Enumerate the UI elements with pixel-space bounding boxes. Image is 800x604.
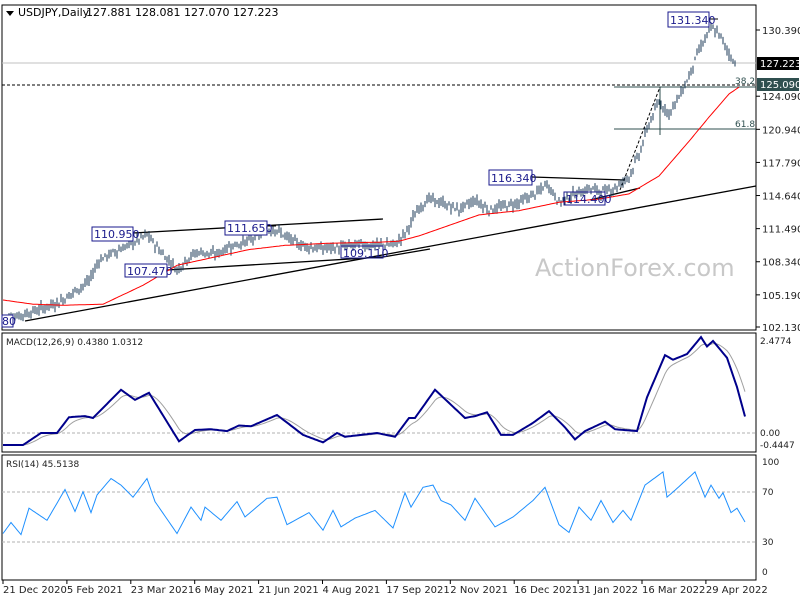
date-tick-label: 2 Nov 2021 <box>450 585 508 596</box>
date-tick-label: 5 Feb 2021 <box>67 585 123 596</box>
macd-axis-zero: 0.00 <box>760 429 780 439</box>
annotation-114400[interactable]: 114.400 <box>563 191 612 206</box>
annotation-text: 111.650 <box>227 222 273 235</box>
price-tick-label: 130.390 <box>762 26 800 37</box>
date-tick-label: 29 Apr 2022 <box>706 585 768 596</box>
price-tick-label: 124.090 <box>762 92 800 103</box>
annotation-text: 110.950 <box>94 228 140 241</box>
ohlc-values: 127.881 128.081 127.070 127.223 <box>86 6 278 19</box>
annotation-107470[interactable]: 107.470 <box>124 263 173 278</box>
macd-signal-line <box>3 343 746 446</box>
macd-label: MACD(12,26,9) 0.4380 1.0312 <box>6 338 143 348</box>
rsi-panel-frame <box>1 454 757 581</box>
price-tick-label: 102.130 <box>762 323 800 334</box>
annotation-text: 109.110 <box>343 247 389 260</box>
annotation-111650[interactable]: 111.650 <box>224 220 276 236</box>
rsi-axis-0: 0 <box>762 568 768 578</box>
date-tick-label: 6 May 2021 <box>195 585 254 596</box>
price-axis: 130.390 124.090 120.940 117.790 114.640 111.4… <box>756 26 800 334</box>
annotation-text: 131.340 <box>670 14 716 27</box>
chart-canvas[interactable]: ActionForex.com USDJPY,Daily 127.881 128… <box>0 0 800 600</box>
fib-618-label: 61.8 <box>735 120 755 130</box>
annotation-text: 116.340 <box>491 172 537 185</box>
macd-axis-min: -0.4447 <box>760 441 795 451</box>
triangle-down-icon[interactable] <box>6 11 14 16</box>
fib-382-label: 38.2 <box>735 77 755 87</box>
price-tick-label: 111.490 <box>762 225 800 236</box>
price-tick-label: 105.190 <box>762 291 800 302</box>
date-tick-label: 17 Sep 2021 <box>386 585 449 596</box>
price-tick-label: 120.940 <box>762 125 800 136</box>
date-tick-label: 21 Jun 2021 <box>259 585 319 596</box>
current-price-label: 127.223 <box>760 59 800 70</box>
macd-line <box>3 335 746 446</box>
chart-title: USDJPY,Daily <box>18 6 90 19</box>
price-tick-label: 114.640 <box>762 192 800 203</box>
rsi-axis-30: 30 <box>762 538 774 548</box>
annotation-116340[interactable]: 116.340 <box>488 169 537 186</box>
date-tick-label: 21 Dec 2020 <box>3 585 67 596</box>
fib-anchor-line[interactable] <box>619 86 661 191</box>
date-axis: 21 Dec 2020 5 Feb 2021 23 Mar 2021 6 May 20… <box>2 580 768 596</box>
macd-axis-max: 2.4774 <box>760 337 792 347</box>
level-price-label: 125.090 <box>760 80 800 91</box>
price-tick-label: 117.790 <box>762 158 800 169</box>
date-tick-label: 31 Jan 2022 <box>578 585 638 596</box>
annotation-110950[interactable]: 110.950 <box>91 226 140 242</box>
annotation-text: 80 <box>2 315 16 328</box>
annotation-left-low[interactable]: 80 <box>1 314 16 328</box>
watermark: ActionForex.com <box>535 254 735 282</box>
annotation-109110[interactable]: 109.110 <box>340 245 389 260</box>
rsi-axis-70: 70 <box>762 488 774 498</box>
rsi-line <box>2 471 746 536</box>
annotation-text: 114.400 <box>566 193 612 206</box>
annotation-text: 107.470 <box>127 265 173 278</box>
rsi-axis-100: 100 <box>762 458 779 468</box>
annotation-131340[interactable]: 131.340 <box>667 11 718 28</box>
date-tick-label: 4 Aug 2021 <box>323 585 381 596</box>
price-tick-label: 108.340 <box>762 258 800 269</box>
date-tick-label: 23 Mar 2021 <box>131 585 194 596</box>
date-tick-label: 16 Dec 2021 <box>514 585 578 596</box>
resistance-116340-line[interactable] <box>531 176 626 181</box>
rsi-label: RSI(14) 45.5138 <box>6 460 79 470</box>
date-tick-label: 16 Mar 2022 <box>642 585 705 596</box>
